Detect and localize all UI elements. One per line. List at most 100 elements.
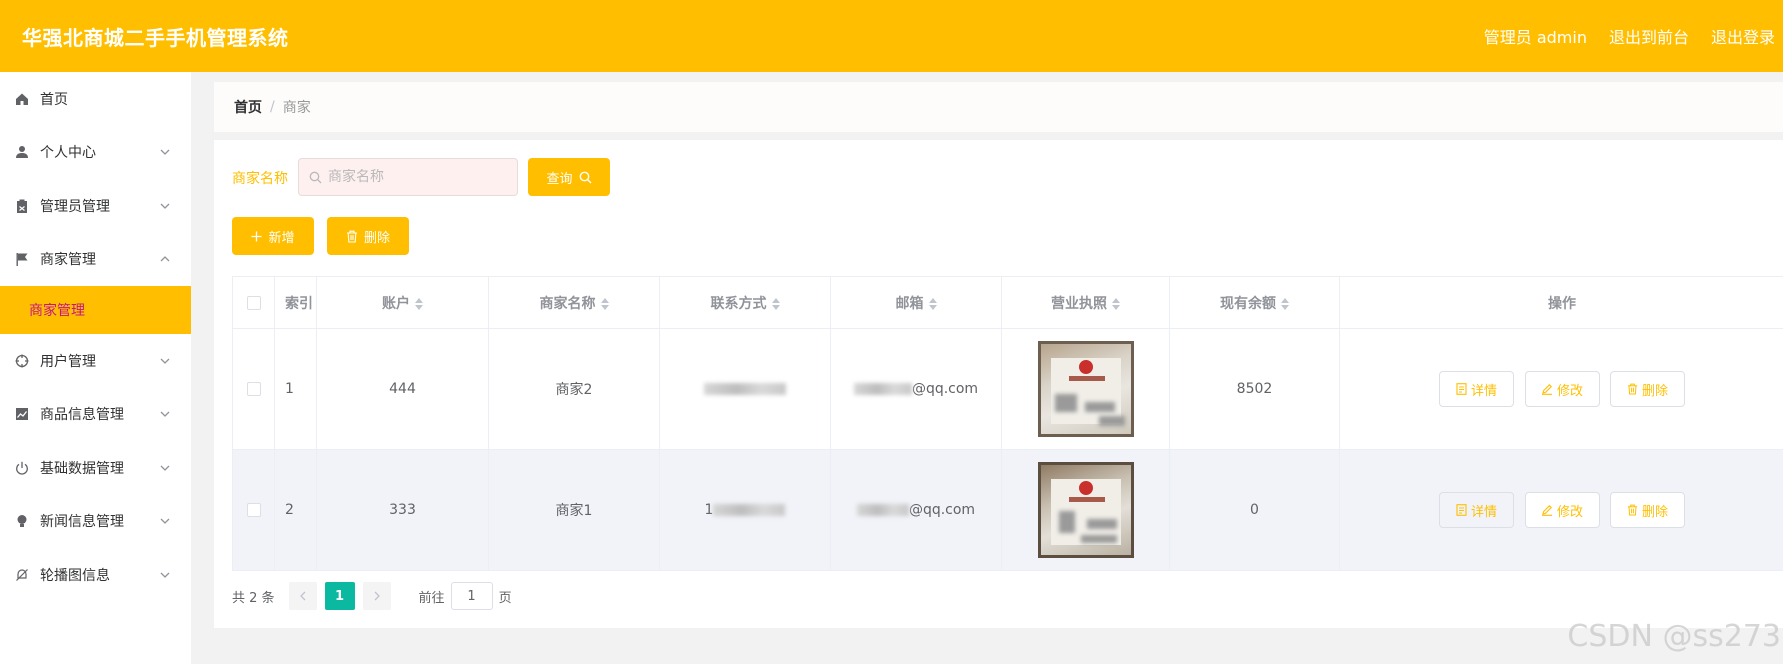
sidebar-item-merchants[interactable]: 商家管理 (0, 233, 191, 287)
cell-phone: 1 (659, 449, 831, 571)
search-icon (579, 171, 591, 183)
col-header-phone[interactable]: 联系方式 (659, 276, 831, 329)
chevron-down-icon (160, 518, 170, 525)
sidebar-item-profile[interactable]: 个人中心 (0, 126, 191, 180)
chevron-down-icon (160, 572, 170, 578)
sort-icon[interactable] (928, 297, 937, 310)
col-header-email[interactable]: 邮箱 (830, 276, 1002, 329)
chevron-down-icon (160, 358, 170, 364)
search-field[interactable] (298, 158, 518, 196)
sidebar-subitem-merchant-management[interactable]: 商家管理 (0, 286, 191, 334)
sidebar-item-home[interactable]: 首页 (0, 72, 191, 126)
sidebar-item-products[interactable]: 商品信息管理 (0, 388, 191, 442)
admin-label[interactable]: 管理员 admin (1484, 24, 1587, 48)
edit-button-label: 修改 (1556, 504, 1583, 520)
sidebar-item-carousel[interactable]: 轮播图信息 (0, 548, 191, 602)
row-checkbox[interactable] (246, 382, 261, 396)
sidebar-item-base-data[interactable]: 基础数据管理 (0, 441, 191, 495)
edit-button[interactable]: 修改 (1524, 492, 1600, 528)
top-bar-actions: 管理员 admin 退出到前台 退出登录 (1484, 24, 1775, 48)
col-header-license[interactable]: 营业执照 (1001, 276, 1170, 329)
prev-page-button[interactable] (288, 582, 317, 610)
sidebar-item-news[interactable]: 新闻信息管理 (0, 495, 191, 549)
license-image[interactable] (1037, 341, 1134, 437)
col-header-name[interactable]: 商家名称 (488, 276, 660, 329)
exit-to-front-link[interactable]: 退出到前台 (1609, 24, 1689, 48)
cell-license (1001, 449, 1170, 571)
select-all-checkbox[interactable] (246, 295, 261, 310)
detail-button[interactable]: 详情 (1439, 492, 1515, 528)
table-row: 1 444 商家2 @qq.com 8502 详情 修改 删除 (232, 328, 1783, 450)
col-header-label: 联系方式 (710, 295, 767, 312)
sort-icon[interactable] (1112, 297, 1120, 310)
sort-icon[interactable] (415, 297, 423, 310)
cell-license (1001, 328, 1170, 450)
row-delete-button-label: 删除 (1641, 383, 1668, 399)
pagination-total: 共 2 条 (232, 590, 275, 606)
col-header-balance[interactable]: 现有余额 (1169, 276, 1340, 329)
sidebar-item-label: 新闻信息管理 (40, 514, 124, 531)
logout-link[interactable]: 退出登录 (1711, 24, 1775, 48)
select-all-cell (232, 276, 275, 329)
page-number-current[interactable]: 1 (324, 582, 355, 610)
sort-icon[interactable] (771, 297, 780, 310)
trash-icon (346, 230, 357, 243)
detail-button[interactable]: 详情 (1439, 371, 1515, 407)
chevron-left-icon (299, 591, 306, 601)
add-button[interactable]: 新增 (232, 217, 314, 255)
edit-button[interactable]: 修改 (1524, 371, 1600, 407)
row-delete-button-label: 删除 (1641, 504, 1668, 520)
chevron-down-icon (160, 149, 170, 156)
sidebar-item-label: 首页 (40, 91, 68, 108)
breadcrumb-home[interactable]: 首页 (234, 97, 262, 117)
search-input[interactable] (328, 169, 508, 185)
row-select-cell (232, 328, 275, 450)
next-page-button[interactable] (362, 582, 391, 610)
sidebar-item-users[interactable]: 用户管理 (0, 334, 191, 388)
chevron-up-icon (160, 256, 170, 262)
clipboard-icon (14, 198, 30, 214)
bell-off-icon (14, 567, 30, 583)
goto-page-input[interactable] (450, 582, 493, 610)
home-icon (14, 91, 30, 107)
chart-icon (14, 406, 30, 422)
document-icon (1456, 504, 1467, 516)
sort-icon[interactable] (600, 297, 609, 310)
row-checkbox[interactable] (246, 503, 261, 517)
col-header-account[interactable]: 账户 (316, 276, 489, 329)
trash-icon (1627, 383, 1638, 395)
cell-phone (659, 328, 831, 450)
breadcrumb-separator: / (270, 99, 275, 115)
col-header-label: 现有余额 (1220, 295, 1276, 312)
sidebar-item-label: 用户管理 (40, 353, 96, 370)
search-button[interactable]: 查询 (528, 158, 610, 196)
cell-balance: 0 (1169, 449, 1340, 571)
app-title: 华强北商城二手手机管理系统 (22, 26, 289, 50)
license-image[interactable] (1037, 462, 1134, 558)
email-suffix: @qq.com (911, 381, 979, 397)
flag-icon (14, 251, 30, 267)
cell-index: 2 (274, 449, 317, 571)
sort-icon[interactable] (1281, 297, 1289, 310)
chevron-right-icon (374, 591, 380, 601)
sidebar-item-label: 个人中心 (40, 145, 96, 162)
delete-button-label: 删除 (363, 230, 390, 246)
cell-email: @qq.com (830, 449, 1002, 571)
cell-name: 商家1 (488, 449, 660, 571)
page-unit-label: 页 (498, 590, 512, 606)
main-content: 商家名称 查询 新增 删除 索引 账户 商家名称 联系方式 邮箱 营业执照 (214, 140, 1783, 628)
redacted-email (853, 383, 912, 395)
edit-button-label: 修改 (1556, 383, 1583, 399)
row-delete-button[interactable]: 删除 (1609, 492, 1685, 528)
chevron-down-icon (160, 465, 170, 471)
edit-icon (1541, 505, 1552, 516)
bulb-icon (14, 513, 30, 529)
delete-button[interactable]: 删除 (327, 217, 409, 255)
sidebar-item-label: 轮播图信息 (40, 567, 110, 584)
sidebar-item-admins[interactable]: 管理员管理 (0, 179, 191, 233)
cell-account: 333 (316, 449, 489, 571)
cell-name: 商家2 (488, 328, 660, 450)
row-delete-button[interactable]: 删除 (1609, 371, 1685, 407)
sidebar-item-label: 商品信息管理 (40, 407, 124, 424)
sidebar-item-label: 商家管理 (40, 252, 96, 269)
